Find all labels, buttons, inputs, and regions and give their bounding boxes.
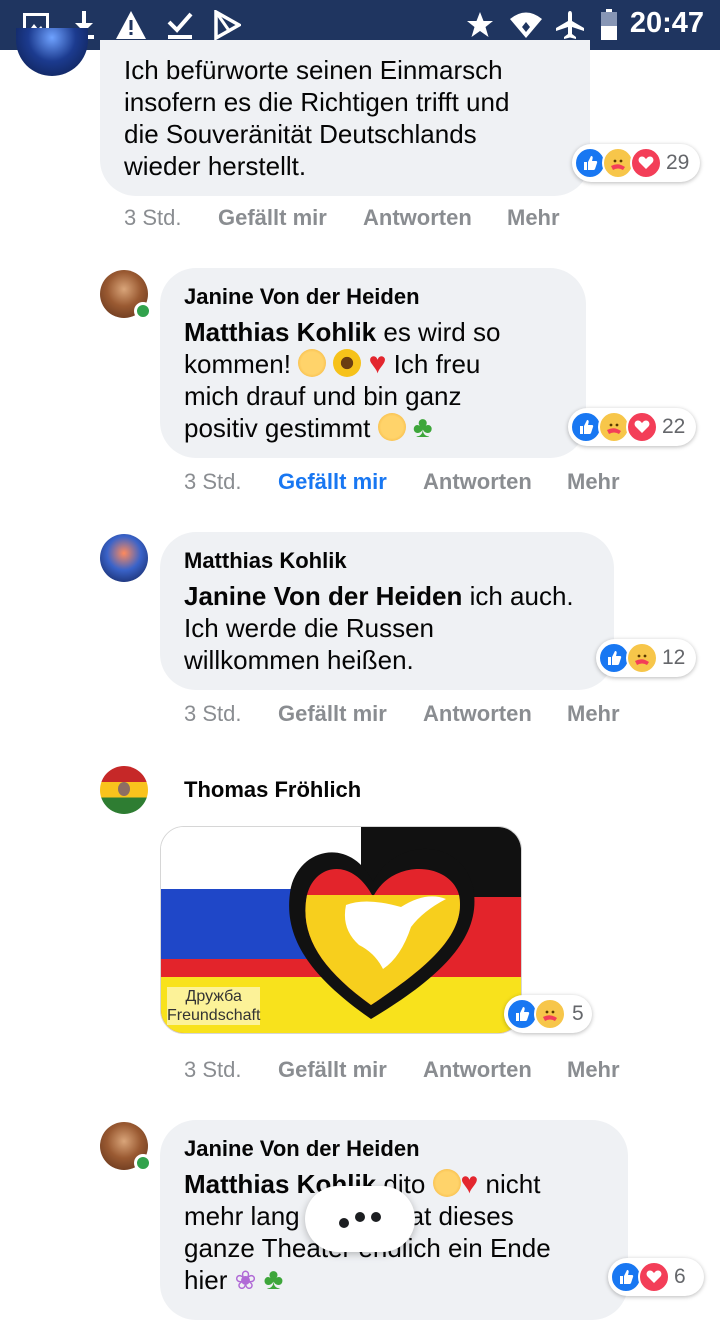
reaction-count: 5	[572, 1002, 584, 1025]
clock: 20:47	[629, 7, 704, 39]
comment-bubble[interactable]: Ich befürworte seinen Einmarsch insofern…	[100, 40, 590, 196]
avatar[interactable]	[100, 766, 148, 814]
reaction-count: 6	[674, 1265, 686, 1288]
comment-line: kommen!	[184, 349, 299, 379]
avatar[interactable]	[100, 534, 148, 582]
play-store-icon	[212, 9, 242, 41]
comment-bubble[interactable]: Matthias Kohlik Janine Von der Heiden ic…	[160, 532, 614, 690]
comment-image[interactable]: Дружба Freundschaft	[160, 826, 522, 1034]
comment-line: insofern es die Richtigen trifft und	[124, 87, 510, 117]
comment-actions: 3 Std. Gefällt mir Antworten Mehr	[124, 205, 604, 235]
comment-line: hier	[184, 1265, 235, 1295]
more-button[interactable]: Mehr	[567, 1057, 620, 1083]
heart-emoji: ♥	[460, 1167, 479, 1200]
comment-line: willkommen heißen.	[184, 645, 414, 675]
wifi-icon	[508, 9, 544, 41]
comment-text: Ich befürworte seinen Einmarsch insofern…	[124, 54, 509, 182]
comment-text: Janine Von der Heiden ich auch. Ich werd…	[184, 580, 574, 676]
comment-author[interactable]: Matthias Kohlik	[184, 548, 347, 574]
comment-author[interactable]: Thomas Fröhlich	[184, 777, 361, 803]
reply-button[interactable]: Antworten	[363, 205, 472, 231]
star-icon	[464, 9, 496, 41]
comment-line: nicht	[478, 1169, 541, 1199]
comment-line: wieder herstellt.	[124, 151, 307, 181]
reaction-summary[interactable]: 5	[504, 995, 592, 1033]
love-reaction-icon	[630, 147, 662, 179]
comment-actions: 3 Std. Gefällt mir Antworten Mehr	[184, 1057, 664, 1087]
love-reaction-icon	[638, 1261, 670, 1293]
more-button[interactable]: Mehr	[507, 205, 560, 231]
comment-author[interactable]: Janine Von der Heiden	[184, 1136, 420, 1162]
comment-time: 3 Std.	[184, 701, 242, 726]
love-reaction-icon	[626, 411, 658, 443]
reaction-count: 12	[662, 646, 686, 669]
reaction-summary[interactable]: 6	[608, 1258, 704, 1296]
care-reaction-icon	[534, 998, 566, 1030]
smiling-hearts-emoji	[432, 1169, 461, 1197]
battery-icon	[598, 9, 620, 41]
like-button[interactable]: Gefällt mir	[218, 205, 327, 231]
comment-line: at dieses	[409, 1201, 514, 1231]
airplane-icon	[554, 9, 586, 41]
comment-actions: 3 Std. Gefällt mir Antworten Mehr	[184, 469, 664, 499]
reaction-summary[interactable]: 12	[596, 639, 696, 677]
reply-button[interactable]: Antworten	[423, 469, 532, 495]
mention-link[interactable]: Janine Von der Heiden	[184, 581, 462, 611]
reply-button[interactable]: Antworten	[423, 701, 532, 727]
caption-line: Дружба	[185, 988, 242, 1005]
smiling-face-emoji	[377, 413, 406, 441]
hugging-face-emoji	[298, 349, 327, 377]
online-indicator	[134, 302, 152, 320]
care-reaction-icon	[626, 642, 658, 674]
like-button[interactable]: Gefällt mir	[278, 1057, 387, 1083]
online-indicator	[134, 1154, 152, 1172]
more-options-button[interactable]	[305, 1186, 415, 1252]
comment-time: 3 Std.	[124, 205, 182, 230]
like-button[interactable]: Gefällt mir	[278, 469, 387, 495]
check-icon	[166, 9, 194, 41]
comment-line: mich drauf und bin ganz	[184, 381, 462, 411]
heart-emoji: ♥	[368, 347, 387, 380]
comment-actions: 3 Std. Gefällt mir Antworten Mehr	[184, 701, 664, 731]
comment-line: Ich befürworte seinen Einmarsch	[124, 55, 503, 85]
comment-time: 3 Std.	[184, 469, 242, 494]
reaction-count: 22	[662, 415, 686, 438]
comment-line: positiv gestimmt	[184, 413, 378, 443]
reaction-summary[interactable]: 22	[568, 408, 696, 446]
more-button[interactable]: Mehr	[567, 469, 620, 495]
comment-line: ich auch.	[462, 581, 574, 611]
reaction-summary[interactable]: 29	[572, 144, 700, 182]
comment-time: 3 Std.	[184, 1057, 242, 1082]
warning-icon	[114, 9, 148, 41]
comment-line: es wird so	[376, 317, 501, 347]
clover-emoji: ♣	[412, 411, 433, 444]
comment-line: mehr lang	[184, 1201, 300, 1231]
ellipsis-icon	[339, 1212, 381, 1228]
avatar[interactable]	[16, 28, 88, 76]
comment-bubble[interactable]: Janine Von der Heiden Matthias Kohlik es…	[160, 268, 586, 458]
like-button[interactable]: Gefällt mir	[278, 701, 387, 727]
more-button[interactable]: Mehr	[567, 701, 620, 727]
reply-button[interactable]: Antworten	[423, 1057, 532, 1083]
caption-line: Freundschaft	[167, 1007, 261, 1024]
image-caption: Дружба Freundschaft	[167, 987, 261, 1025]
mention-link[interactable]: Matthias Kohlik	[184, 317, 376, 347]
sunflower-emoji	[333, 349, 362, 377]
comment-text: Matthias Kohlik es wird so kommen! ♥ Ich…	[184, 316, 500, 444]
butterfly-emoji: ❀	[234, 1265, 257, 1295]
comment-line: Ich werde die Russen	[184, 613, 435, 643]
comment-author[interactable]: Janine Von der Heiden	[184, 284, 420, 310]
comment-line: die Souveränität Deutschlands	[124, 119, 477, 149]
reaction-count: 29	[666, 151, 690, 174]
comment-line: Ich freu	[386, 349, 481, 379]
